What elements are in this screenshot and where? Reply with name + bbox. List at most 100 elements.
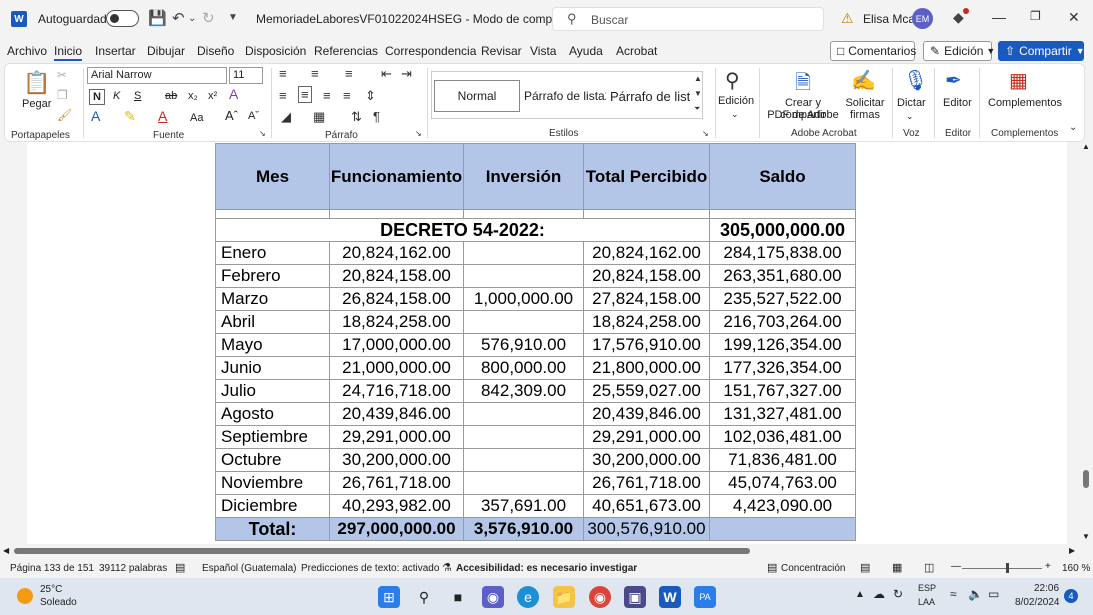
- minimize-icon[interactable]: —: [992, 9, 1006, 25]
- dictate-label[interactable]: Dictar: [897, 97, 926, 109]
- notification-badge[interactable]: 4: [1064, 589, 1078, 603]
- align-right-icon[interactable]: ≡: [323, 88, 331, 103]
- numbering-icon[interactable]: ≡: [311, 66, 319, 81]
- editing-mode-button[interactable]: ✎ Edición ▼: [923, 41, 995, 61]
- justify-icon[interactable]: ≡: [343, 88, 351, 103]
- accessibility-status[interactable]: Accesibilidad: es necesario investigar: [456, 563, 637, 574]
- font-color-icon[interactable]: A: [158, 109, 167, 123]
- chevron-down-icon[interactable]: ⌄: [731, 108, 739, 120]
- page-count[interactable]: Página 133 de 151: [10, 563, 94, 574]
- decrease-indent-icon[interactable]: ⇤: [381, 66, 392, 82]
- tab-vista[interactable]: Vista: [530, 44, 556, 58]
- input-language-1[interactable]: ESP: [918, 583, 936, 593]
- scroll-right-icon[interactable]: ▶: [1069, 546, 1075, 555]
- tab-archivo[interactable]: Archivo: [7, 44, 47, 58]
- close-icon[interactable]: ✕: [1068, 9, 1080, 26]
- volume-icon[interactable]: 🔈: [968, 587, 983, 601]
- tab-diseno[interactable]: Diseño: [197, 44, 234, 58]
- save-icon[interactable]: 💾: [148, 9, 167, 27]
- vertical-scrollbar[interactable]: ▲ ▼: [1080, 142, 1093, 544]
- undo-icon[interactable]: ↶: [172, 9, 185, 27]
- wifi-icon[interactable]: ≈: [950, 587, 957, 601]
- task-view-icon[interactable]: ■: [447, 586, 469, 608]
- chevron-up-icon[interactable]: ▲: [855, 589, 865, 600]
- shrink-font-icon[interactable]: Aˇ: [248, 110, 259, 122]
- edge-icon[interactable]: e: [517, 586, 539, 608]
- tab-dibujar[interactable]: Dibujar: [147, 44, 185, 58]
- styles-scroll-down-icon[interactable]: ▼: [694, 89, 702, 98]
- chat-icon[interactable]: ◉: [482, 586, 504, 608]
- vertical-scroll-thumb[interactable]: [1083, 470, 1089, 488]
- request-signature-icon[interactable]: ✍: [851, 68, 876, 93]
- redo-icon[interactable]: ↻: [202, 9, 215, 27]
- styles-scroll-up-icon[interactable]: ▲: [694, 74, 702, 83]
- editor-label[interactable]: Editor: [943, 97, 972, 109]
- read-mode-icon[interactable]: ▤: [860, 561, 870, 574]
- file-explorer-icon[interactable]: 📁: [553, 586, 575, 608]
- tab-referencias[interactable]: Referencias: [314, 44, 378, 58]
- horizontal-scrollbar[interactable]: ◀ ▶: [0, 544, 1093, 558]
- clock-time[interactable]: 22:06: [1034, 583, 1059, 594]
- onedrive-icon[interactable]: ☁: [873, 587, 885, 601]
- request-sign-line1[interactable]: Solicitar: [843, 97, 887, 109]
- highlight-icon[interactable]: ✎: [124, 109, 136, 123]
- tab-inicio[interactable]: Inicio: [54, 44, 83, 61]
- scroll-up-icon[interactable]: ▲: [1082, 142, 1090, 151]
- align-left-icon[interactable]: ≡: [279, 88, 287, 103]
- print-layout-icon[interactable]: ▦: [892, 561, 902, 574]
- search-box[interactable]: ⚲ Buscar: [552, 7, 824, 31]
- align-center-icon[interactable]: ≡: [298, 86, 312, 103]
- language[interactable]: Español (Guatemala): [202, 563, 297, 574]
- line-spacing-icon[interactable]: ⇕: [365, 88, 376, 104]
- comments-button[interactable]: □ Comentarios: [830, 41, 916, 61]
- clock-date[interactable]: 8/02/2024: [1015, 597, 1060, 608]
- warning-icon[interactable]: ⚠: [841, 10, 854, 27]
- document-title[interactable]: MemoriadeLaboresVF01022024HSEG - Modo de…: [256, 12, 595, 26]
- font-size-select[interactable]: 11: [229, 67, 263, 84]
- tab-correspondencia[interactable]: Correspondencia: [385, 44, 476, 58]
- scroll-left-icon[interactable]: ◀: [3, 546, 9, 555]
- strikethrough-button[interactable]: ab: [165, 90, 177, 102]
- multilevel-list-icon[interactable]: ≡: [345, 66, 353, 81]
- font-name-select[interactable]: Arial Narrow: [87, 67, 227, 84]
- underline-button[interactable]: S: [134, 90, 141, 102]
- horizontal-scroll-thumb[interactable]: [14, 548, 750, 554]
- undo-dropdown-icon[interactable]: ⌄: [188, 13, 196, 24]
- microphone-icon[interactable]: 🎙: [903, 68, 928, 93]
- editor-pen-icon[interactable]: ✒: [945, 68, 962, 93]
- tab-insertar[interactable]: Insertar: [95, 44, 136, 58]
- zoom-in-icon[interactable]: +: [1045, 561, 1051, 572]
- style-list-paragraph-2[interactable]: Párrafo de lista2: [524, 80, 606, 112]
- increase-indent-icon[interactable]: ⇥: [401, 66, 412, 82]
- premium-diamond-icon[interactable]: ◆: [953, 8, 969, 26]
- style-list-paragraph[interactable]: Párrafo de lista: [610, 80, 690, 112]
- bold-button[interactable]: N: [89, 89, 105, 105]
- weather-sun-icon[interactable]: [17, 588, 33, 604]
- battery-icon[interactable]: ▭: [988, 587, 999, 601]
- zoom-slider-thumb[interactable]: [1006, 563, 1009, 573]
- collapse-ribbon-icon[interactable]: ⌄: [1069, 122, 1077, 133]
- dialog-launcher-icon[interactable]: ↘: [259, 129, 266, 138]
- focus-mode[interactable]: Concentración: [781, 563, 845, 574]
- customize-toolbar-icon[interactable]: ▼: [228, 12, 238, 23]
- search-icon[interactable]: ⚲: [413, 586, 435, 608]
- bullets-icon[interactable]: ≡: [279, 66, 287, 81]
- zoom-slider[interactable]: [962, 568, 1042, 569]
- text-effects-icon[interactable]: A: [91, 109, 100, 123]
- user-name[interactable]: Elisa Mcal: [863, 12, 918, 26]
- addins-grid-icon[interactable]: ▦: [1009, 68, 1028, 93]
- tab-disposicion[interactable]: Disposición: [245, 44, 306, 58]
- autosave-toggle[interactable]: [106, 10, 139, 27]
- tab-ayuda[interactable]: Ayuda: [569, 44, 603, 58]
- app-icon[interactable]: PA: [694, 586, 716, 608]
- clear-format-icon[interactable]: A: [229, 87, 238, 101]
- word-count[interactable]: 39112 palabras: [99, 563, 167, 574]
- styles-more-icon[interactable]: ⏷: [694, 104, 700, 114]
- text-predictions[interactable]: Predicciones de texto: activado: [301, 563, 439, 574]
- temperature[interactable]: 25°C: [40, 584, 62, 595]
- shading-icon[interactable]: ◢: [281, 109, 291, 125]
- request-sign-line2[interactable]: firmas: [843, 109, 887, 121]
- chevron-down-icon[interactable]: ⌄: [906, 110, 914, 122]
- style-normal[interactable]: Normal: [434, 80, 520, 112]
- web-layout-icon[interactable]: ◫: [924, 561, 934, 574]
